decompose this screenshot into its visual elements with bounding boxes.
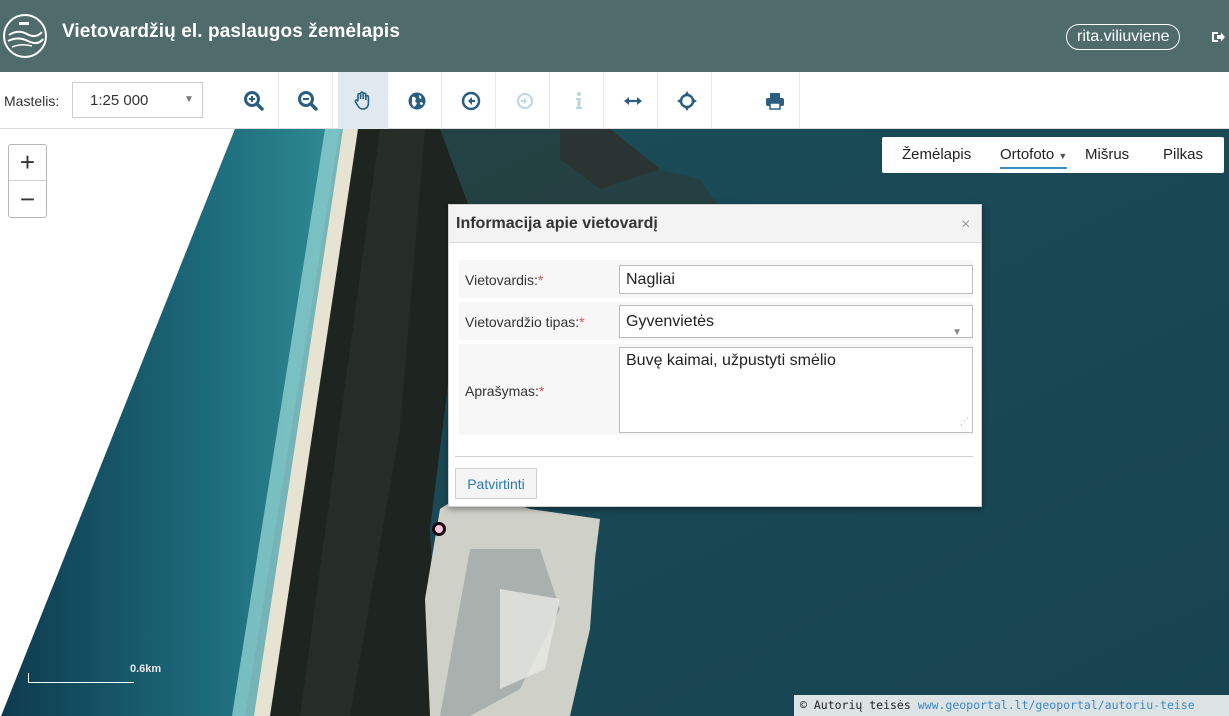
measure-tool[interactable] [608, 72, 658, 129]
layer-pilkas[interactable]: Pilkas [1163, 146, 1203, 163]
measure-arrows-icon [623, 96, 642, 105]
identify-tool[interactable] [554, 72, 604, 129]
description-value: Buvę kaimai, užpustyti smėlio [626, 352, 836, 369]
dialog-divider [455, 456, 973, 457]
previous-extent-tool[interactable] [446, 72, 496, 129]
caret-down-icon: ▼ [1058, 151, 1068, 161]
pan-tool[interactable] [338, 72, 388, 129]
zoom-in-button[interactable]: + [9, 145, 46, 181]
close-icon[interactable]: × [961, 216, 970, 234]
map-attribution: © Autorių teisės www.geoportal.lt/geopor… [794, 695, 1229, 716]
type-select[interactable]: Gyvenvietės ▼ [619, 305, 973, 338]
layer-zemelapis[interactable]: Žemėlapis [902, 146, 971, 163]
dialog-header[interactable]: Informacija apie vietovardį × [449, 205, 981, 243]
place-info-dialog: Informacija apie vietovardį × Vietovardi… [448, 204, 982, 507]
next-extent-tool[interactable] [500, 72, 550, 129]
zoom-in-tool[interactable] [229, 72, 279, 129]
type-label: Vietovardžio tipas:* [465, 314, 585, 330]
print-icon [765, 92, 784, 110]
app-header: Vietovardžių el. paslaugos žemėlapis rit… [0, 0, 1229, 72]
zoom-out-button[interactable]: − [9, 181, 46, 217]
resize-grip-icon[interactable]: ⋰ [960, 412, 969, 430]
location-marker[interactable] [432, 522, 446, 536]
map-toolbar: Mastelis: 1:25 000 ▼ [0, 72, 1229, 129]
print-tool[interactable] [750, 72, 800, 129]
locate-tool[interactable] [662, 72, 712, 129]
forward-arrow-icon [516, 92, 533, 109]
crosshair-icon [676, 90, 697, 111]
layer-ortofoto[interactable]: Ortofoto ▼ [1000, 146, 1068, 169]
description-label: Aprašymas:* [465, 383, 545, 399]
full-extent-tool[interactable] [392, 72, 442, 129]
zoom-control: + − [8, 144, 47, 218]
description-textarea[interactable]: Buvę kaimai, užpustyti smėlio ⋰ [619, 347, 973, 433]
form-row-type: Vietovardžio tipas:* Gyvenvietės ▼ [459, 302, 973, 340]
logout-icon[interactable] [1210, 29, 1226, 45]
map-scale-bar [28, 673, 134, 683]
layer-ortofoto-label: Ortofoto [1000, 146, 1055, 163]
layer-misrus[interactable]: Mišrus [1085, 146, 1129, 163]
type-value: Gyvenvietės [626, 313, 715, 330]
dialog-title: Informacija apie vietovardį [456, 215, 658, 232]
name-input[interactable]: Nagliai [619, 265, 973, 294]
attribution-link[interactable]: www.geoportal.lt/geoportal/autoriu-teise [918, 698, 1195, 712]
name-label: Vietovardis:* [465, 272, 544, 288]
scale-label: Mastelis: [4, 93, 60, 109]
form-row-name: Vietovardis:* Nagliai [459, 260, 973, 298]
zoom-in-icon [243, 90, 264, 111]
scale-value: 1:25 000 [90, 92, 149, 109]
hand-icon [354, 90, 369, 110]
chevron-down-icon: ▼ [184, 94, 194, 105]
app-title: Vietovardžių el. paslaugos žemėlapis [62, 21, 400, 42]
confirm-button[interactable]: Patvirtinti [455, 468, 537, 499]
scale-select[interactable]: 1:25 000 ▼ [72, 82, 203, 118]
info-icon [575, 91, 582, 109]
app-logo-icon [2, 13, 48, 59]
globe-icon [408, 92, 425, 109]
form-row-description: Aprašymas:* Buvę kaimai, užpustyti smėli… [459, 344, 973, 435]
user-menu-button[interactable]: rita.viliuviene [1066, 24, 1181, 50]
scale-bar-label: 0.6km [130, 663, 162, 675]
attribution-text: © Autorių teisės [800, 698, 911, 712]
basemap-switcher: Žemėlapis Ortofoto ▼ Mišrus Pilkas [882, 137, 1224, 173]
zoom-out-tool[interactable] [283, 72, 333, 129]
zoom-out-icon [297, 90, 318, 111]
back-arrow-icon [461, 91, 480, 110]
